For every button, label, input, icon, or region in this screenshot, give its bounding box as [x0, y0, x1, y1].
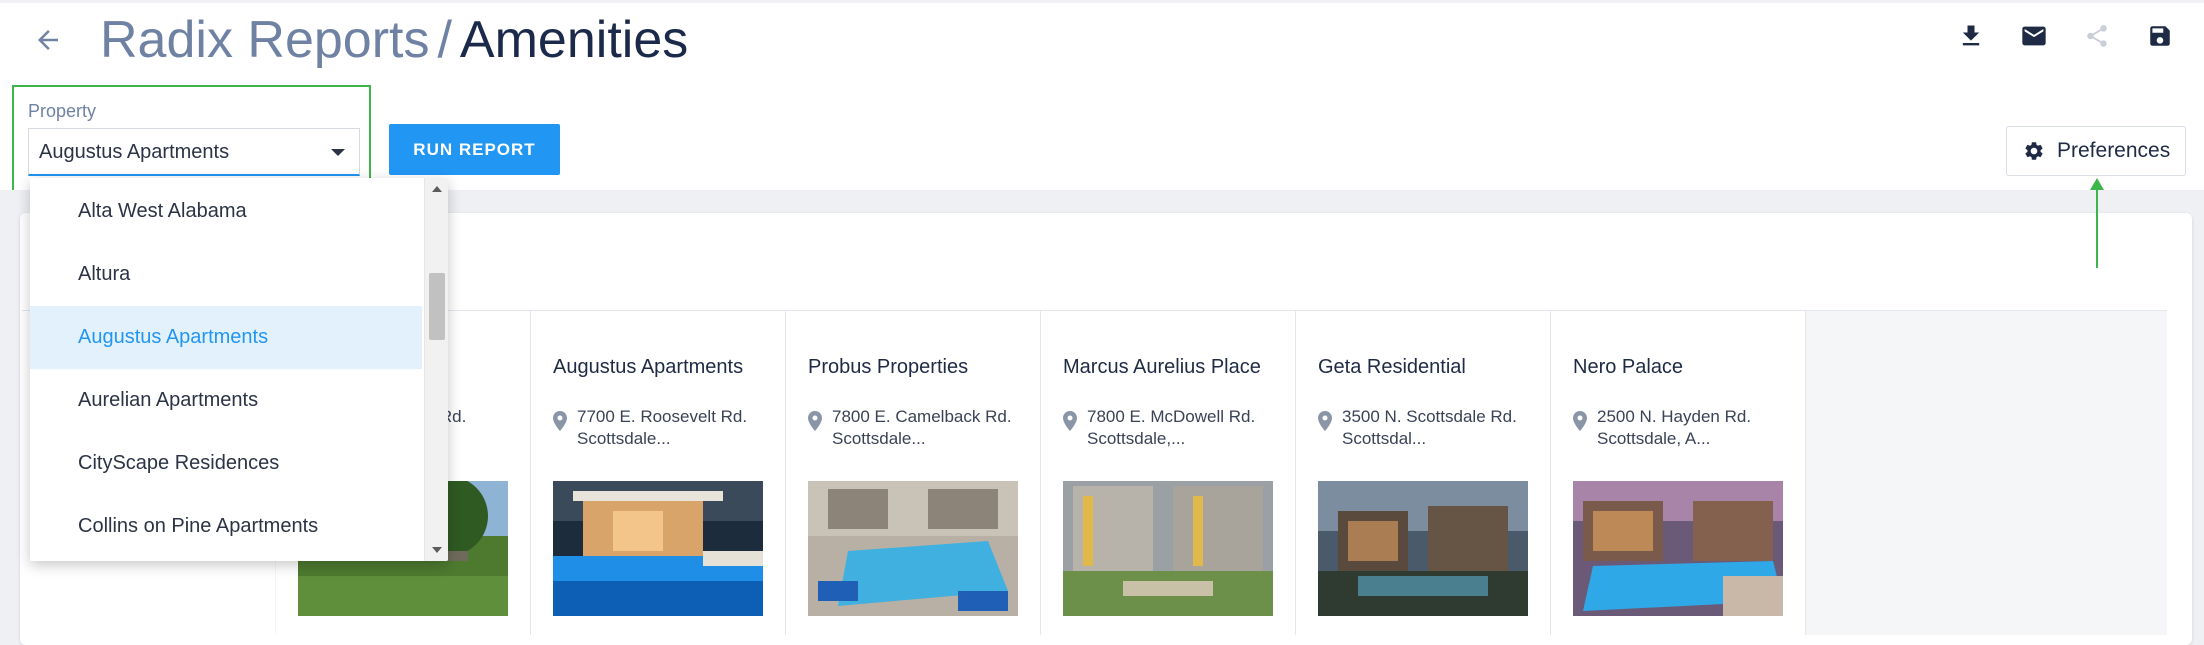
dropdown-option[interactable]: Alta West Alabama	[30, 180, 422, 243]
property-card-name: Nero Palace	[1573, 356, 1684, 378]
property-card[interactable]: Probus Properties 7800 E. Camelback Rd. …	[786, 311, 1041, 635]
property-card-name: Geta Residential	[1318, 356, 1466, 378]
property-card-address: 7800 E. McDowell Rd. Scottsdale,...	[1087, 406, 1287, 450]
back-button[interactable]	[26, 18, 70, 62]
scrollbar-thumb[interactable]	[429, 273, 445, 340]
save-button[interactable]	[2140, 16, 2180, 56]
arrow-left-icon	[38, 30, 58, 50]
property-card-address: 7800 E. Camelback Rd. Scottsdale...	[832, 406, 1032, 450]
dropdown-scrollbar[interactable]	[424, 178, 448, 561]
property-card-name: Marcus Aurelius Place	[1063, 356, 1261, 378]
dropdown-option[interactable]: Collins on Pine Apartments	[30, 495, 422, 558]
breadcrumb-current: Amenities	[459, 11, 689, 69]
annotation-arrow-head	[2090, 178, 2104, 190]
location-pin-icon	[1063, 411, 1077, 431]
save-icon	[2150, 26, 2170, 46]
property-select-value: Augustus Apartments	[39, 141, 230, 163]
share-button[interactable]	[2077, 16, 2117, 56]
top-shadow	[0, 0, 2204, 3]
dropdown-option[interactable]: Aurelian Apartments	[30, 369, 422, 432]
property-label: Property	[28, 101, 97, 121]
download-icon	[1962, 25, 1980, 46]
scroll-up-icon[interactable]	[432, 186, 442, 192]
property-photo	[1063, 481, 1273, 616]
property-photo	[553, 481, 763, 616]
annotation-arrow-line	[2096, 190, 2098, 268]
property-select[interactable]: Augustus Apartments	[28, 128, 360, 176]
property-card[interactable]: Augustus Apartments 7700 E. Roosevelt Rd…	[531, 311, 786, 635]
email-icon	[2022, 26, 2046, 46]
property-card[interactable]: Geta Residential 3500 N. Scottsdale Rd. …	[1296, 311, 1551, 635]
location-pin-icon	[553, 411, 567, 431]
property-card-name: Augustus Apartments	[553, 356, 744, 378]
preferences-button[interactable]: Preferences	[2006, 126, 2186, 176]
address-line-1: 2500 N. Hayden Rd.	[1597, 407, 1752, 426]
property-photo	[1318, 481, 1528, 616]
property-photo	[1573, 481, 1783, 616]
address-line-2: Scottsdale, A...	[1597, 429, 1711, 448]
dropdown-option[interactable]: CityScape Residences	[30, 432, 422, 495]
download-button[interactable]	[1951, 16, 1991, 56]
preferences-label: Preferences	[2057, 139, 2171, 162]
property-dropdown-menu[interactable]: Alta West Alabama Altura Augustus Apartm…	[30, 178, 448, 561]
address-line-1: 7800 E. Camelback Rd.	[832, 407, 1012, 426]
property-card-name: Probus Properties	[808, 356, 969, 378]
address-line-1: 7700 E. Roosevelt Rd.	[577, 407, 748, 426]
dropdown-option[interactable]: Altura	[30, 243, 422, 306]
caret-down-icon	[331, 149, 345, 156]
location-pin-icon	[808, 411, 822, 431]
breadcrumb-separator: /	[437, 11, 452, 69]
address-line-1: 7800 E. McDowell Rd.	[1087, 407, 1256, 426]
breadcrumb-radix-reports[interactable]: Radix Reports	[100, 11, 429, 69]
address-line-2: Scottsdale...	[577, 429, 671, 448]
gear-icon	[2025, 142, 2043, 160]
address-line-1: 3500 N. Scottsdale Rd.	[1342, 407, 1517, 426]
email-button[interactable]	[2014, 16, 2054, 56]
page-title: Radix Reports / Amenities	[100, 6, 688, 74]
location-pin-icon	[1573, 411, 1587, 431]
share-icon	[2087, 25, 2107, 47]
property-card-address: 2500 N. Hayden Rd. Scottsdale, A...	[1597, 406, 1797, 450]
property-photo	[808, 481, 1018, 616]
location-pin-icon	[1318, 411, 1332, 431]
dropdown-option-selected[interactable]: Augustus Apartments	[30, 306, 422, 369]
top-bar: Radix Reports / Amenities Property Augustu…	[0, 0, 2204, 194]
run-report-button[interactable]: RUN REPORT	[389, 124, 560, 175]
address-line-2: Scottsdale,...	[1087, 429, 1186, 448]
property-card[interactable]: Marcus Aurelius Place 7800 E. McDowell R…	[1041, 311, 1296, 635]
property-card[interactable]: Nero Palace 2500 N. Hayden Rd. Scottsdal…	[1551, 311, 1806, 635]
property-card-address: 3500 N. Scottsdale Rd. Scottsdal...	[1342, 406, 1542, 450]
address-line-2: Scottsdal...	[1342, 429, 1427, 448]
property-card-address: 7700 E. Roosevelt Rd. Scottsdale...	[577, 406, 777, 450]
scroll-down-icon[interactable]	[432, 547, 442, 553]
address-line-2: Scottsdale...	[832, 429, 926, 448]
